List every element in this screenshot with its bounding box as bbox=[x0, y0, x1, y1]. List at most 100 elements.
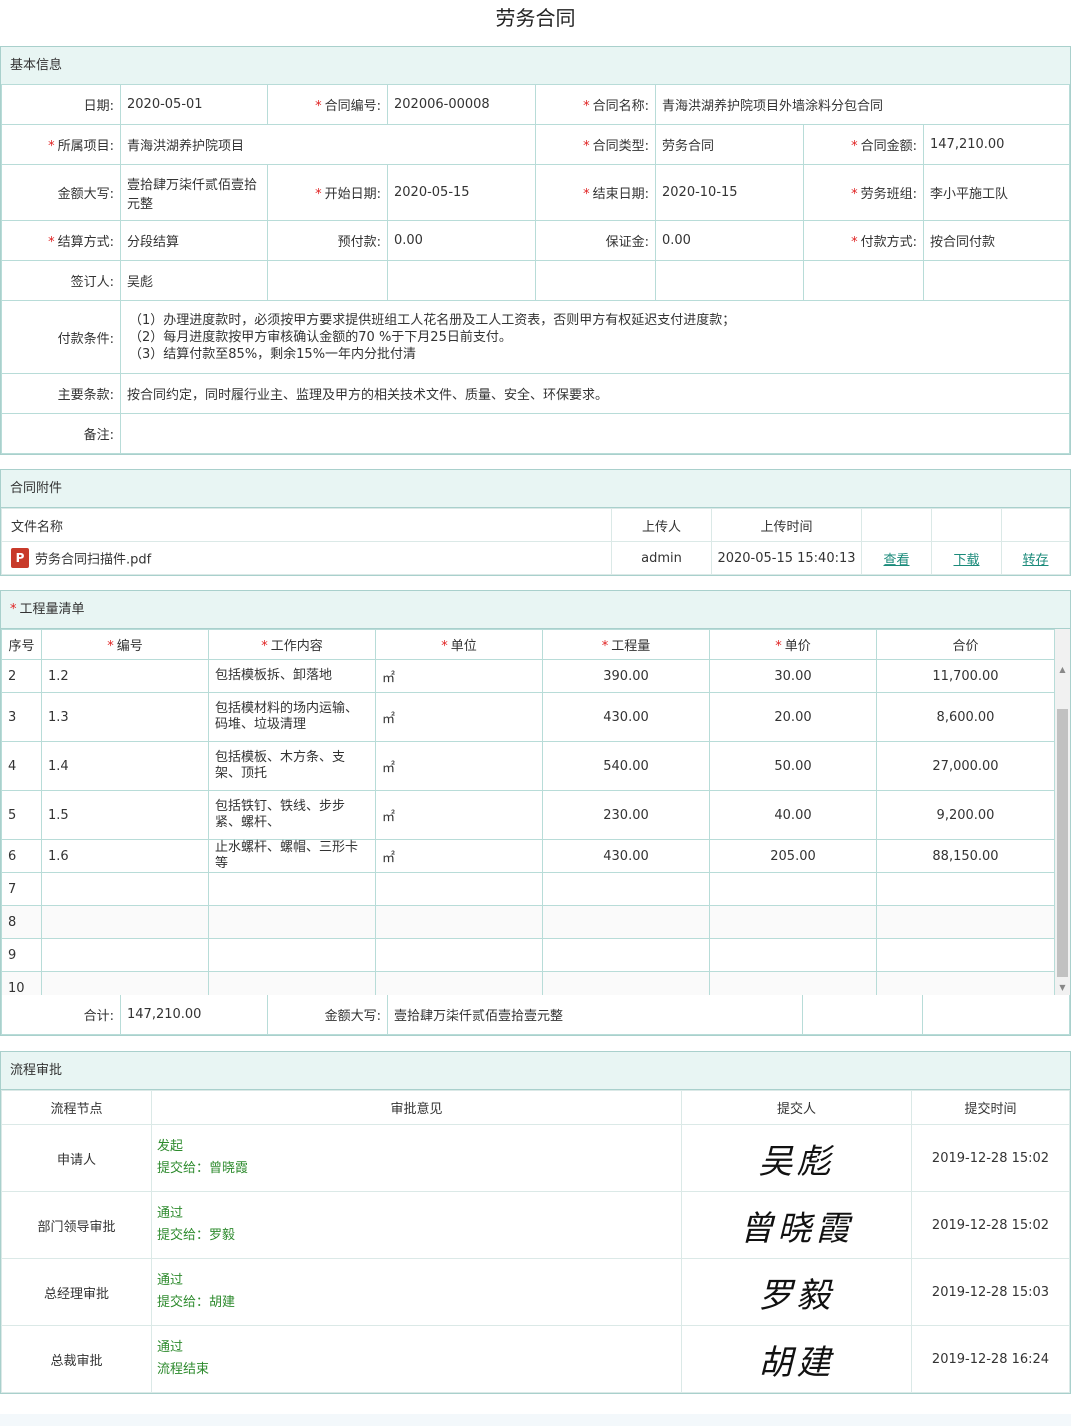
required-mark: * bbox=[48, 139, 55, 154]
basic-info-header: 基本信息 bbox=[1, 47, 1070, 85]
required-mark: * bbox=[441, 639, 448, 654]
row-total bbox=[876, 938, 1055, 972]
required-mark: * bbox=[851, 139, 858, 154]
prepay-value: 0.00 bbox=[387, 220, 536, 261]
file-name: 劳务合同扫描件.pdf bbox=[35, 552, 152, 568]
deposit-label: 保证金: bbox=[535, 220, 656, 261]
col-content: 工作内容 bbox=[270, 639, 323, 654]
row-total: 9,200.00 bbox=[876, 790, 1055, 840]
row-total bbox=[876, 905, 1055, 939]
row-content bbox=[208, 905, 376, 939]
row-quantity bbox=[542, 872, 710, 906]
approval-opinion: 发起 bbox=[157, 1139, 184, 1154]
row-price bbox=[709, 938, 877, 972]
row-index: 9 bbox=[1, 938, 42, 972]
row-index: 3 bbox=[1, 692, 42, 742]
col-node: 流程节点 bbox=[1, 1090, 152, 1125]
required-mark: * bbox=[775, 639, 782, 654]
end-label: 结束日期: bbox=[592, 187, 649, 202]
row-total bbox=[876, 872, 1055, 906]
row-unit bbox=[375, 872, 543, 906]
transfer-link[interactable]: 转存 bbox=[1022, 553, 1048, 568]
col-unit: 单位 bbox=[450, 639, 477, 654]
row-total: 8,600.00 bbox=[876, 692, 1055, 742]
signer-value: 吴彪 bbox=[120, 260, 268, 301]
table-row: 4 1.4 包括模板、木方条、支架、顶托㎡ 540.00 50.00 27,000.00 bbox=[1, 741, 1055, 791]
approval-opinion: 通过 bbox=[157, 1206, 184, 1221]
name-value: 青海洪湖养护院项目外墙涂料分包合同 bbox=[655, 84, 1070, 125]
col-quantity: 工程量 bbox=[611, 639, 651, 654]
row-index: 2 bbox=[1, 659, 42, 693]
row-quantity: 230.00 bbox=[542, 790, 710, 840]
row-code bbox=[41, 905, 209, 939]
scroll-up-arrow[interactable]: ▲ bbox=[1055, 662, 1070, 677]
approval-table: 流程节点 审批意见 提交人 提交时间 申请人 发起 提交给：曾晓霞 吴彪 2019-12… bbox=[1, 1090, 1070, 1393]
quantity-panel: * 工程量清单 序号 * 编号 * 工作内容 * 单位 * 工程量 * 单价 合价 2 1.2… bbox=[0, 590, 1071, 1036]
download-link[interactable]: 下载 bbox=[953, 553, 979, 568]
approval-header: 流程审批 bbox=[1, 1052, 1070, 1090]
row-index: 8 bbox=[1, 905, 42, 939]
amount-label: 合同金额: bbox=[860, 139, 917, 154]
quantity-scroll-area[interactable]: 序号 * 编号 * 工作内容 * 单位 * 工程量 * 单价 合价 2 1.2 包括模板拆、卸… bbox=[1, 629, 1070, 995]
type-value: 劳务合同 bbox=[655, 124, 804, 165]
row-code: 1.5 bbox=[41, 790, 209, 840]
signer-label: 签订人: bbox=[1, 260, 121, 301]
row-code bbox=[41, 872, 209, 906]
row-unit bbox=[375, 905, 543, 939]
row-quantity: 430.00 bbox=[542, 839, 710, 873]
row-unit: ㎡ bbox=[375, 692, 543, 742]
approval-node: 总经理审批 bbox=[1, 1258, 152, 1326]
uploader: admin bbox=[611, 541, 712, 575]
date-value: 2020-05-01 bbox=[120, 84, 268, 125]
col-total: 合价 bbox=[876, 629, 1055, 660]
row-quantity: 430.00 bbox=[542, 692, 710, 742]
col-submit-time: 提交时间 bbox=[911, 1090, 1070, 1125]
scroll-down-arrow[interactable]: ▼ bbox=[1055, 980, 1070, 995]
vertical-scrollbar[interactable]: ▲ ▼ bbox=[1055, 629, 1070, 995]
amount-value: 147,210.00 bbox=[923, 124, 1070, 165]
row-unit bbox=[375, 971, 543, 995]
approval-time: 2019-12-28 15:03 bbox=[911, 1258, 1070, 1326]
terms-line: （2）每月进度款按甲方审核确认金额的70 %于下月25日前支付。 bbox=[129, 329, 512, 345]
quantity-header: 工程量清单 bbox=[19, 602, 85, 617]
required-mark: * bbox=[48, 235, 55, 250]
row-content bbox=[208, 872, 376, 906]
approval-node: 总裁审批 bbox=[1, 1325, 152, 1393]
settle-label: 结算方式: bbox=[57, 235, 114, 250]
main-terms-value: 按合同约定，同时履行业主、监理及甲方的相关技术文件、质量、安全、环保要求。 bbox=[120, 373, 1070, 414]
row-code bbox=[41, 938, 209, 972]
required-mark: * bbox=[315, 187, 322, 202]
row-index: 7 bbox=[1, 872, 42, 906]
row-price: 50.00 bbox=[709, 741, 877, 791]
approval-row: 总经理审批 通过 提交给：胡建 罗毅 2019-12-28 15:03 bbox=[1, 1258, 1070, 1326]
upload-time: 2020-05-15 15:40:13 bbox=[711, 541, 862, 575]
terms-value: （1）办理进度款时，必须按甲方要求提供班组工人花名册及工人工资表，否则甲方有权延… bbox=[120, 300, 1070, 374]
signature-image: 罗毅 bbox=[758, 1275, 835, 1316]
scroll-thumb[interactable] bbox=[1057, 709, 1068, 977]
row-price: 20.00 bbox=[709, 692, 877, 742]
row-quantity: 540.00 bbox=[542, 741, 710, 791]
total-value: 147,210.00 bbox=[120, 994, 268, 1035]
approval-row: 部门领导审批 通过 提交给：罗毅 曾晓霞 2019-12-28 15:02 bbox=[1, 1191, 1070, 1259]
footer-bar bbox=[0, 1414, 1071, 1426]
signature-image: 吴彪 bbox=[758, 1141, 835, 1182]
total-upper-value: 壹拾肆万柒仟贰佰壹拾壹元整 bbox=[387, 994, 803, 1035]
attachment-table: 文件名称 上传人 上传时间 P 劳务合同扫描件.pdf admin 2020-05… bbox=[1, 508, 1070, 575]
page-title: 劳务合同 bbox=[495, 6, 576, 30]
approval-next: 提交给：曾晓霞 bbox=[157, 1161, 249, 1176]
row-code bbox=[41, 971, 209, 995]
row-index: 4 bbox=[1, 741, 42, 791]
approval-row: 申请人 发起 提交给：曾晓霞 吴彪 2019-12-28 15:02 bbox=[1, 1124, 1070, 1192]
pdf-icon: P bbox=[11, 548, 29, 568]
table-row: 8 bbox=[1, 905, 1055, 939]
quantity-summary: 合计: 147,210.00 金额大写: 壹拾肆万柒仟贰佰壹拾壹元整 bbox=[1, 994, 1070, 1035]
row-index: 6 bbox=[1, 839, 42, 873]
approval-panel: 流程审批 流程节点 审批意见 提交人 提交时间 申请人 发起 提交给：曾晓霞 吴彪 20… bbox=[0, 1051, 1071, 1394]
row-price: 40.00 bbox=[709, 790, 877, 840]
required-mark: * bbox=[583, 187, 590, 202]
row-content: 包括铁钉、铁线、步步紧、螺杆、 bbox=[208, 790, 376, 840]
view-link[interactable]: 查看 bbox=[883, 553, 909, 568]
approval-row: 总裁审批 通过 流程结束 胡建 2019-12-28 16:24 bbox=[1, 1325, 1070, 1393]
row-code: 1.4 bbox=[41, 741, 209, 791]
upper-value: 壹拾肆万柒仟贰佰壹拾元整 bbox=[120, 164, 268, 221]
